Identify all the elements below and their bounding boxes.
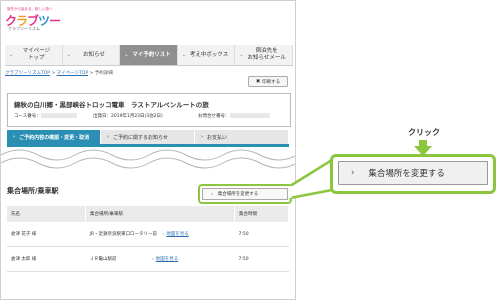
screenshot-panel: 旅先から始まる、新しい旅へ クラブツー クラブツーリズム ⌄ マイページ トップ… bbox=[0, 0, 296, 300]
button-label: 集合場所を変更する bbox=[368, 169, 445, 179]
chevron-down-icon: ⌄ bbox=[124, 52, 129, 58]
table-row: 倉津 太郎 様 ＪＲ亀山駅前 › 地図を見る 7:50 bbox=[7, 246, 289, 272]
chevron-right-icon: › bbox=[201, 134, 203, 140]
logo-sub: クラブツーリズム bbox=[8, 26, 40, 31]
tour-summary: 錦秋の白川郷・黒部峡谷トロッコ電車 ラストアルペンルートの旅 コース番号： 出発… bbox=[7, 93, 291, 127]
cell-name: 倉津 花子 様 bbox=[7, 222, 86, 247]
cell-place: ＪＲ亀山駅前 › 地図を見る bbox=[85, 246, 235, 272]
col-header-name: 氏名 bbox=[7, 206, 86, 222]
nav-label: 考え中ボックス bbox=[189, 51, 229, 58]
print-label: 印刷する bbox=[262, 79, 281, 85]
meeting-place-table: 氏名 集合場所/乗車駅 集合時間 倉津 花子 様 JR・近鉄奈良駅東口ロータリー… bbox=[7, 206, 289, 272]
nav-label: マイ予約リスト bbox=[132, 51, 171, 58]
breadcrumb-sep: > bbox=[50, 71, 57, 76]
nav-label: 宿泊先を お知らせメール bbox=[247, 48, 286, 61]
tab-label: ご予約に関するお知らせ bbox=[113, 134, 168, 141]
nav-label: マイページ トップ bbox=[22, 48, 50, 61]
tab-label: ご予約内容の確認・変更・取消 bbox=[19, 134, 90, 141]
place-text: JR・近鉄奈良駅東口ロータリー前 bbox=[89, 232, 157, 237]
cell-time: 7:50 bbox=[234, 222, 289, 247]
nav-item-notify-mail[interactable]: ⌄ 宿泊先を お知らせメール bbox=[235, 45, 293, 65]
chevron-down-icon: ⌄ bbox=[66, 52, 71, 58]
cell-place: JR・近鉄奈良駅東口ロータリー前 › 地図を見る bbox=[85, 222, 235, 247]
printer-icon: ▣ bbox=[255, 79, 261, 84]
table-header-row: 氏名 集合場所/乗車駅 集合時間 bbox=[7, 206, 289, 222]
chevron-right-icon: › bbox=[13, 134, 16, 140]
nav-label: お知らせ bbox=[82, 51, 105, 58]
chevron-right-icon: › bbox=[351, 168, 355, 178]
map-link[interactable]: 地図を見る bbox=[156, 257, 179, 262]
chevron-right-icon: › bbox=[162, 232, 165, 237]
omission-wave bbox=[1, 149, 295, 169]
table-row: 倉津 花子 様 JR・近鉄奈良駅東口ロータリー前 › 地図を見る 7:50 bbox=[7, 222, 289, 247]
nav-item-mypage-top[interactable]: ⌄ マイページ トップ bbox=[5, 45, 63, 65]
site-logo[interactable]: 旅先から始まる、新しい旅へ クラブツー クラブツーリズム bbox=[5, 7, 65, 31]
col-header-place: 集合場所/乗車駅 bbox=[85, 206, 235, 222]
change-meeting-place-button-zoomed[interactable]: › 集合場所を変更する bbox=[338, 161, 488, 185]
nav-item-notices[interactable]: ⌄ お知らせ bbox=[63, 45, 121, 65]
chevron-down-icon: ⌄ bbox=[9, 52, 14, 58]
breadcrumb-link-mypage[interactable]: マイページTOP bbox=[57, 71, 88, 76]
tab-reservation-notices[interactable]: › ご予約に関するお知らせ bbox=[101, 130, 194, 144]
cell-name: 倉津 太郎 様 bbox=[7, 246, 86, 272]
redacted-value bbox=[40, 113, 77, 118]
reservation-label: お問合せ番号： bbox=[198, 114, 230, 119]
redacted-value bbox=[229, 113, 270, 118]
cell-time: 7:50 bbox=[234, 246, 289, 272]
tour-title: 錦秋の白川郷・黒部峡谷トロッコ電車 ラストアルペンルートの旅 bbox=[14, 101, 209, 109]
place-text: ＪＲ亀山駅前 bbox=[89, 257, 117, 262]
main-nav: ⌄ マイページ トップ ⌄ お知らせ ⌄ マイ予約リスト ⌄ 考え中ボックス ⌄… bbox=[5, 45, 293, 66]
map-link[interactable]: 地図を見る bbox=[166, 232, 189, 237]
button-highlight bbox=[198, 184, 292, 204]
breadcrumb-link-top[interactable]: クラブツーリズムTOP bbox=[5, 71, 50, 76]
click-instruction: クリック bbox=[408, 128, 440, 137]
breadcrumb: クラブツーリズムTOP > マイページTOP > 予約詳細 bbox=[5, 70, 113, 76]
section-title: 集合場所/乗車駅 bbox=[7, 187, 59, 195]
breadcrumb-sep: > bbox=[88, 71, 95, 76]
print-button[interactable]: ▣ 印刷する bbox=[248, 76, 288, 87]
tab-payment[interactable]: › お支払い bbox=[195, 130, 288, 144]
tab-reservation-details[interactable]: › ご予約内容の確認・変更・取消 bbox=[7, 130, 100, 144]
nav-item-my-reservations[interactable]: ⌄ マイ予約リスト bbox=[120, 45, 178, 65]
tab-label: お支払い bbox=[207, 134, 228, 141]
chevron-down-icon: ⌄ bbox=[239, 52, 244, 58]
course-label: コース番号： bbox=[14, 114, 41, 119]
course-number: コース番号： bbox=[14, 113, 77, 119]
reservation-number: お問合せ番号： bbox=[198, 113, 270, 119]
nav-item-consider-box[interactable]: ⌄ 考え中ボックス bbox=[178, 45, 236, 65]
chevron-right-icon: › bbox=[107, 134, 109, 140]
departure-date: 出発日：2019年1月23日(3泊2日) bbox=[93, 114, 163, 119]
breadcrumb-current: 予約詳細 bbox=[94, 71, 113, 76]
col-header-time: 集合時間 bbox=[234, 206, 289, 222]
chevron-down-icon: ⌄ bbox=[181, 52, 186, 58]
chevron-right-icon: › bbox=[151, 257, 154, 262]
